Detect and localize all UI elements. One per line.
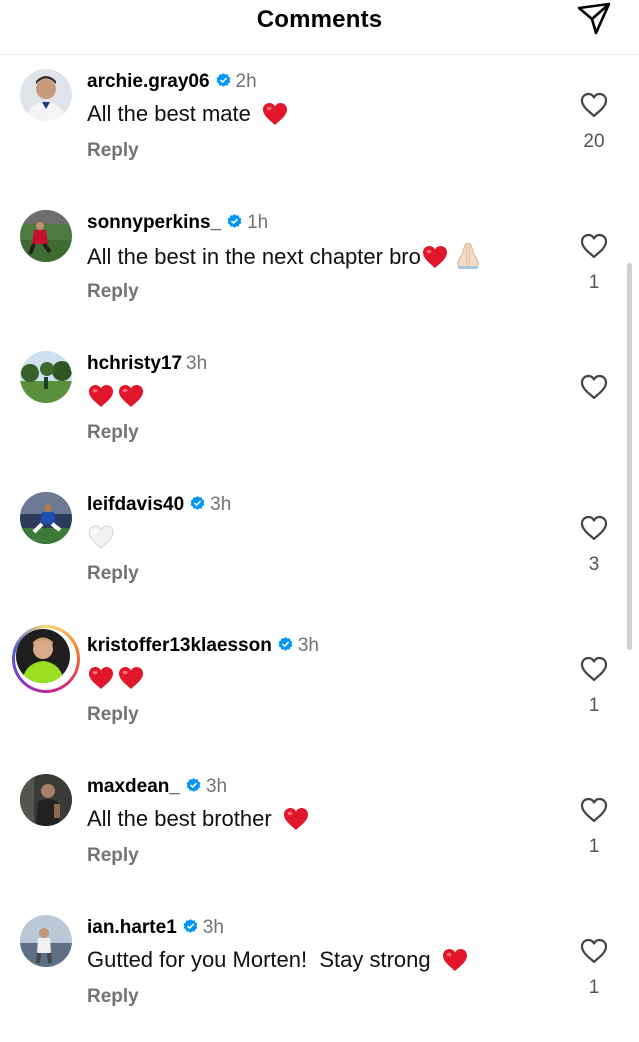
comment-text: All the best mate (87, 99, 289, 129)
avatar[interactable] (20, 210, 72, 262)
comment-item: hchristy17 3h Reply (0, 337, 639, 478)
comment-body: Gutted for you Morten! Stay strong (87, 947, 431, 972)
comment-text: Gutted for you Morten! Stay strong (87, 945, 469, 975)
comment-item: sonnyperkins_ 1h All the best in the next… (0, 196, 639, 337)
comment-meta: sonnyperkins_ 1h (87, 212, 268, 234)
comment-meta: kristoffer13klaesson 3h (87, 635, 319, 657)
paper-plane-icon (577, 2, 611, 35)
reply-button[interactable]: Reply (87, 563, 139, 585)
verified-badge-icon (216, 73, 230, 87)
like-button[interactable] (579, 372, 609, 402)
comment-item: archie.gray06 2h All the best mate Reply … (0, 55, 639, 196)
like-count: 20 (583, 131, 605, 152)
page-title: Comments (256, 6, 383, 33)
like-button[interactable] (579, 936, 609, 966)
like-count: 1 (588, 836, 600, 857)
comment-time: 1h (247, 212, 269, 233)
like-count: 3 (588, 554, 600, 575)
red-heart-emoji-icon (263, 103, 287, 125)
send-button[interactable] (574, 0, 614, 38)
verified-badge-icon (183, 919, 198, 933)
username[interactable]: kristoffer13klaesson (87, 635, 272, 656)
heart-outline-icon (580, 515, 608, 541)
red-heart-emoji-icon (89, 385, 113, 407)
red-heart-emoji-icon (119, 667, 143, 689)
scrollbar[interactable] (627, 263, 632, 650)
like-button[interactable] (579, 654, 609, 684)
verified-badge-icon (278, 637, 293, 651)
heart-outline-icon (580, 656, 608, 682)
red-heart-emoji-icon (442, 949, 467, 971)
comment-item: kristoffer13klaesson 3h Reply 1 (0, 619, 639, 760)
username[interactable]: leifdavis40 (87, 494, 184, 515)
comment-body: All the best mate (87, 101, 251, 126)
comment-meta: leifdavis40 3h (87, 494, 231, 516)
like-button[interactable] (579, 795, 609, 825)
comment-text (87, 522, 117, 552)
avatar[interactable] (20, 351, 72, 403)
username[interactable]: ian.harte1 (87, 917, 177, 938)
avatar[interactable] (20, 915, 72, 967)
username[interactable]: hchristy17 (87, 353, 182, 374)
heart-outline-icon (580, 233, 608, 259)
comment-time: 3h (297, 635, 319, 656)
red-heart-emoji-icon (89, 667, 113, 689)
comment-text (87, 663, 147, 693)
comment-meta: hchristy17 3h (87, 353, 207, 375)
reply-button[interactable]: Reply (87, 845, 139, 867)
red-heart-emoji-icon (283, 808, 308, 830)
username[interactable]: sonnyperkins_ (87, 212, 221, 233)
comment-item: ian.harte1 3h Gutted for you Morten! Stay… (0, 901, 639, 1042)
reply-button[interactable]: Reply (87, 986, 139, 1008)
comment-meta: maxdean_ 3h (87, 776, 227, 798)
heart-outline-icon (580, 92, 608, 118)
heart-outline-icon (580, 374, 608, 400)
like-count: 1 (588, 695, 600, 716)
like-count: 1 (588, 977, 600, 998)
comment-meta: archie.gray06 2h (87, 71, 257, 93)
reply-button[interactable]: Reply (87, 281, 139, 303)
comment-body: All the best in the next chapter bro (87, 244, 421, 269)
comment-text: All the best in the next chapter bro (87, 240, 483, 272)
comment-body: All the best brother (87, 806, 272, 831)
red-heart-emoji-icon (119, 385, 143, 407)
verified-badge-icon (186, 778, 201, 792)
heart-outline-icon (580, 938, 608, 964)
comment-text: All the best brother (87, 804, 310, 834)
like-button[interactable] (579, 231, 609, 261)
avatar-story-ring[interactable] (12, 625, 80, 693)
comment-time: 3h (186, 353, 208, 374)
comment-text (87, 381, 147, 411)
comment-item: leifdavis40 3h Reply 3 (0, 478, 639, 619)
comment-time: 3h (205, 776, 228, 797)
comment-list: archie.gray06 2h All the best mate Reply … (0, 55, 639, 1042)
avatar[interactable] (20, 774, 72, 826)
verified-badge-icon (227, 214, 242, 228)
reply-button[interactable]: Reply (87, 422, 139, 444)
white-heart-emoji-icon (88, 525, 114, 549)
like-button[interactable] (579, 513, 609, 543)
avatar[interactable] (20, 69, 72, 121)
red-heart-emoji-icon (422, 246, 447, 268)
comment-meta: ian.harte1 3h (87, 917, 224, 939)
reply-button[interactable]: Reply (87, 140, 139, 162)
like-button[interactable] (579, 90, 609, 120)
heart-outline-icon (580, 797, 608, 823)
comment-item: maxdean_ 3h All the best brother Reply 1 (0, 760, 639, 901)
header: Comments (0, 0, 639, 55)
reply-button[interactable]: Reply (87, 704, 139, 726)
folded-hands-emoji-icon (457, 242, 479, 269)
avatar[interactable] (20, 492, 72, 544)
comment-time: 3h (202, 917, 224, 938)
comment-time: 3h (210, 494, 232, 515)
username[interactable]: maxdean_ (87, 776, 180, 797)
like-count: 1 (588, 272, 600, 293)
avatar (16, 629, 70, 683)
comment-time: 2h (235, 71, 257, 92)
verified-badge-icon (190, 496, 205, 510)
username[interactable]: archie.gray06 (87, 71, 210, 92)
